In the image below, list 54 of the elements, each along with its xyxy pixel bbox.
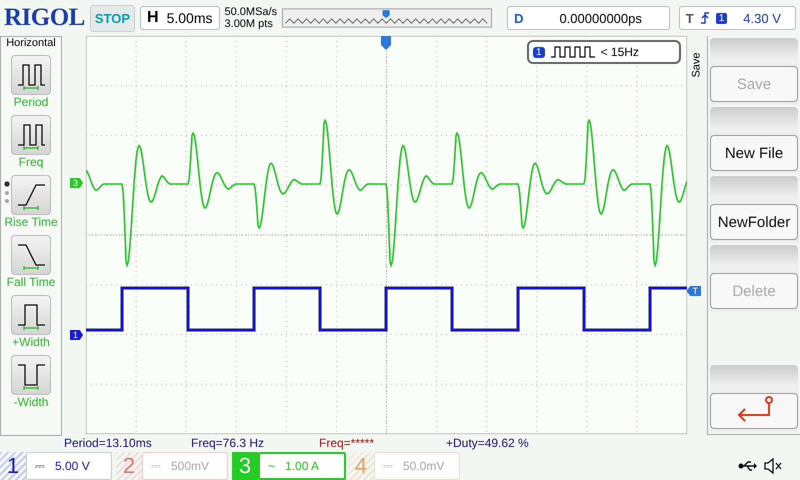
menu-button[interactable]: NewFolder	[710, 204, 798, 240]
measurement-readout: +Duty=49.62 %	[446, 436, 529, 452]
frequency-limit: < 15Hz	[600, 45, 639, 59]
measure-label: Rise Time	[4, 215, 58, 229]
channel-scale[interactable]: ⎓ 500mV	[142, 452, 228, 480]
brand-logo: RIGOL	[4, 4, 85, 32]
measure-button[interactable]	[11, 55, 51, 95]
channel-tab[interactable]: 1	[0, 452, 26, 480]
channel-scale[interactable]: ⎓ 5.00 V	[26, 452, 112, 480]
measure-button[interactable]	[11, 295, 51, 335]
back-button[interactable]	[710, 393, 798, 429]
measure-label: -Width	[14, 395, 48, 409]
channel-tab[interactable]: 4	[348, 452, 374, 480]
delay-readout[interactable]: D 0.00000000ps	[507, 6, 670, 30]
trigger-source: 1	[716, 12, 728, 24]
menu-button[interactable]: New File	[710, 135, 798, 171]
channel-tab[interactable]: 2	[116, 452, 142, 480]
run-state-indicator[interactable]: STOP	[90, 4, 136, 32]
timebase-readout[interactable]: H 5.00ms	[140, 6, 220, 30]
trigger-label: T	[686, 10, 694, 26]
delay-value: 0.00000000ps	[559, 10, 642, 26]
page-dots-icon	[4, 181, 10, 205]
measurement-readout: Period=13.10ms	[64, 436, 153, 452]
measure-label: Fall Time	[6, 275, 56, 289]
measure-label: Period	[14, 95, 48, 109]
usb-icon	[738, 460, 758, 472]
measurement-readout: Freq=*****	[319, 436, 376, 452]
menu-title: Save	[691, 52, 704, 78]
pulse-train-icon	[550, 46, 595, 58]
speaker-muted-icon	[764, 458, 784, 474]
measure-label: +Width	[12, 335, 50, 349]
measure-button[interactable]	[11, 175, 51, 215]
memory-depth: 3.00M pts	[224, 18, 274, 30]
sample-rate: 50.0MSa/s	[224, 6, 278, 18]
trigger-readout[interactable]: T 1 4.30 V	[678, 6, 796, 30]
timebase-label: H	[147, 9, 159, 27]
menu-title: Horizontal	[6, 37, 56, 49]
trigger-level-marker[interactable]: T	[686, 286, 701, 296]
channel-tab[interactable]: 3	[232, 452, 258, 480]
timebase-value: 5.00ms	[166, 10, 213, 26]
channel-scale[interactable]: ⎓ 50.0mV	[374, 452, 460, 480]
channel-badge: 1	[533, 46, 545, 58]
measure-label: Freq	[18, 155, 44, 169]
channel-marker[interactable]: 1	[70, 330, 84, 340]
measure-button[interactable]	[11, 355, 51, 395]
trigger-level: 4.30 V	[743, 10, 781, 26]
measurement-readout: Freq=76.3 Hz	[191, 436, 266, 452]
rising-edge-icon	[700, 11, 710, 25]
channel-scale[interactable]: ~ 1.00 A	[258, 452, 346, 480]
measure-button[interactable]	[11, 235, 51, 275]
channel-marker[interactable]: 3	[70, 178, 84, 188]
delay-label: D	[514, 10, 524, 26]
measure-button[interactable]	[11, 115, 51, 155]
trigger-position-icon	[381, 36, 391, 50]
